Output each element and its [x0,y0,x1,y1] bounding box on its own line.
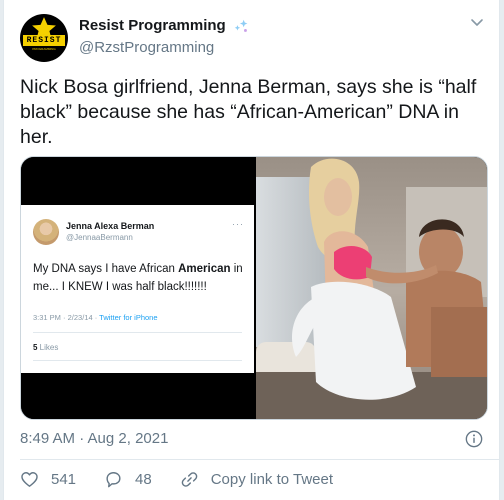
reply-button[interactable]: 48 [104,470,152,489]
like-button[interactable]: 541 [20,470,76,489]
copy-link-label: Copy link to Tweet [210,471,334,488]
heart-icon [21,472,38,487]
embedded-divider [33,360,242,361]
copy-link-button[interactable]: Copy link to Tweet [180,470,333,489]
divider [20,459,499,460]
media-screenshot[interactable]: Jenna Alexa Berman @JennaaBermann ··· My… [21,157,254,419]
embedded-text-bold: American [178,263,231,275]
tweet-actions: 541 48 Copy link to Tweet [20,470,361,489]
embedded-likes: 5 Likes [33,343,58,352]
embedded-text-part1: My DNA says I have African [33,263,179,275]
embedded-likes-label: Likes [37,343,59,352]
embedded-time: 3:31 PM · 2/23/14 · [33,313,100,322]
embedded-handle: @JennaaBermann [66,233,133,242]
like-count: 541 [51,471,77,488]
display-name[interactable]: Resist Programming [79,17,226,34]
media-photo[interactable] [256,157,487,419]
embedded-menu-icon: ··· [232,219,244,229]
author-handle[interactable]: @RzstProgramming [79,39,214,56]
link-icon [181,472,198,487]
author-name-row: Resist Programming [79,17,250,34]
info-icon[interactable] [465,430,483,448]
reply-icon [106,472,121,488]
tweet-card: RESIST PROGRAMMING Resist Programming @R… [3,0,500,500]
tweet-text: Nick Bosa girlfriend, Jenna Berman, says… [20,76,477,148]
embedded-client: Twitter for iPhone [99,313,158,322]
sparkle-icon [234,19,248,32]
tweet-media[interactable]: Jenna Alexa Berman @JennaaBermann ··· My… [20,156,488,420]
avatar-subtext: PROGRAMMING [32,47,56,51]
embedded-avatar [33,219,59,245]
embedded-name: Jenna Alexa Berman [66,221,155,231]
reply-count: 48 [135,471,152,488]
photo-image [256,157,487,419]
embedded-text: My DNA says I have African American in m… [33,260,248,296]
embedded-divider [33,332,242,333]
avatar[interactable]: RESIST PROGRAMMING [20,14,68,62]
embedded-meta: 3:31 PM · 2/23/14 · Twitter for iPhone [33,313,158,322]
embedded-tweet-screenshot: Jenna Alexa Berman @JennaaBermann ··· My… [21,205,254,373]
tweet-timestamp[interactable]: 8:49 AM · Aug 2, 2021 [20,430,168,447]
chevron-down-icon[interactable] [469,14,485,30]
avatar-text: RESIST [23,35,65,46]
